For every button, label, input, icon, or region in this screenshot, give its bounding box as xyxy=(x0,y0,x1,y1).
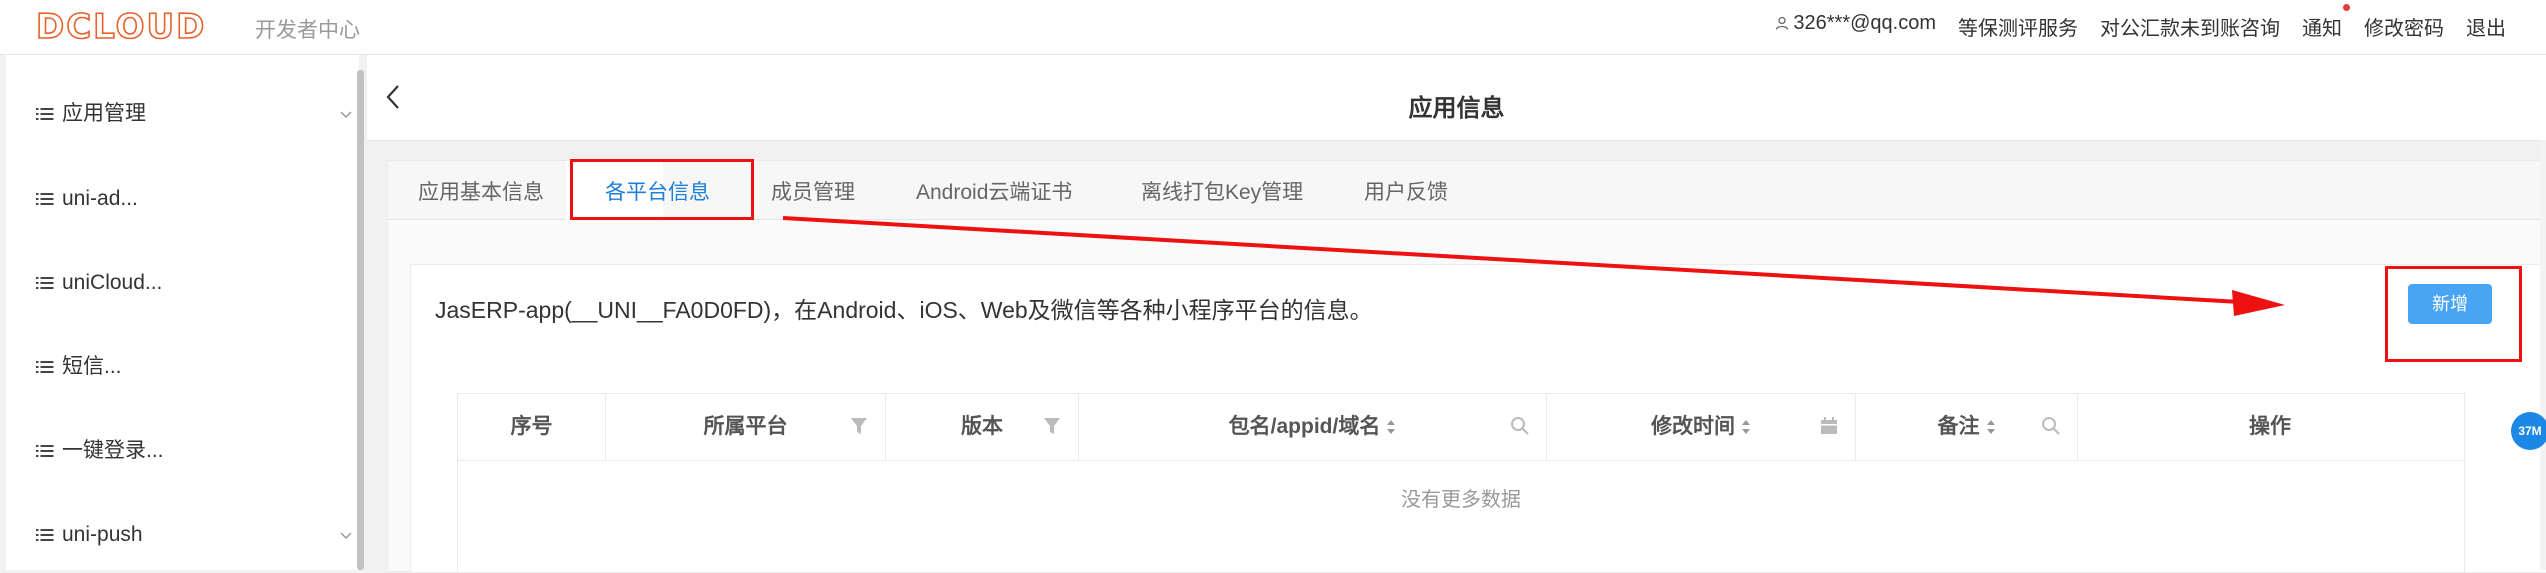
chevron-down-icon xyxy=(340,111,352,119)
column-header-actions: 操作 xyxy=(2078,394,2462,460)
tab-user-feedback[interactable]: 用户反馈 xyxy=(1364,176,1448,206)
sidebar-item-uni-ad[interactable]: uni-ad... xyxy=(36,179,352,219)
annotation-box-add-button xyxy=(2385,266,2522,362)
column-label: 序号 xyxy=(510,415,553,438)
tab-android-cloud-cert[interactable]: Android云端证书 xyxy=(916,176,1072,206)
sort-icon[interactable] xyxy=(1986,419,1996,435)
platform-table: 序号 所属平台 版本 包名/appid/域名 修改时间 备注 操作 没有更多数据 xyxy=(457,393,2465,572)
list-icon xyxy=(36,108,54,121)
filter-icon[interactable] xyxy=(849,416,869,436)
column-header-platform: 所属平台 xyxy=(606,394,886,460)
calendar-icon[interactable] xyxy=(1819,416,1839,436)
header-link-change-password[interactable]: 修改密码 xyxy=(2364,12,2444,41)
header-link-logout[interactable]: 退出 xyxy=(2466,12,2506,41)
logo-subtitle: 开发者中心 xyxy=(255,19,360,42)
column-header-package-name[interactable]: 包名/appid/域名 xyxy=(1079,394,1547,460)
list-icon xyxy=(36,445,54,458)
dcloud-logo[interactable]: DCLOUD xyxy=(35,7,207,47)
sidebar-item-uni-push[interactable]: uni-push xyxy=(36,515,352,555)
column-header-remarks[interactable]: 备注 xyxy=(1856,394,2078,460)
list-icon xyxy=(36,193,54,206)
column-header-version: 版本 xyxy=(886,394,1079,460)
list-icon xyxy=(36,529,54,542)
search-icon[interactable] xyxy=(2041,416,2061,436)
floating-memory-badge[interactable]: 37M xyxy=(2511,412,2546,450)
platform-info-panel: JasERP-app(__UNI__FA0D0FD)，在Android、iOS、… xyxy=(410,264,2546,573)
sidebar-item-label: 一键登录... xyxy=(62,439,164,462)
notifications-label: 通知 xyxy=(2302,18,2342,40)
logo-text: DCLOUD xyxy=(35,7,207,47)
empty-state-text: 没有更多数据 xyxy=(1401,489,1521,511)
sidebar-item-label: uni-ad... xyxy=(62,187,138,210)
list-icon xyxy=(36,277,54,290)
top-header: DCLOUD 开发者中心 326***@qq.com 等保测评服务 对公汇款未到… xyxy=(0,0,2546,55)
annotation-box-tab xyxy=(570,159,754,220)
header-link-notifications[interactable]: 通知 xyxy=(2302,4,2350,41)
page-title: 应用信息 xyxy=(1408,95,1505,122)
filter-icon[interactable] xyxy=(1042,416,1062,436)
user-email: 326***@qq.com xyxy=(1793,12,1936,34)
user-icon xyxy=(1776,16,1789,30)
column-header-modified-time[interactable]: 修改时间 xyxy=(1547,394,1856,460)
header-link-security-evaluation[interactable]: 等保测评服务 xyxy=(1958,12,2078,41)
sidebar-scrollbar[interactable] xyxy=(357,70,364,570)
sort-icon[interactable] xyxy=(1386,419,1396,435)
search-icon[interactable] xyxy=(1510,416,1530,436)
sidebar-item-one-click-login[interactable]: 一键登录... xyxy=(36,431,352,471)
column-label: 备注 xyxy=(1937,415,1980,438)
user-account-link[interactable]: 326***@qq.com xyxy=(1775,12,1936,41)
sidebar-item-unicloud[interactable]: uniCloud... xyxy=(36,263,352,303)
tab-basic-info[interactable]: 应用基本信息 xyxy=(418,176,544,206)
panel-description: JasERP-app(__UNI__FA0D0FD)，在Android、iOS、… xyxy=(435,297,1373,323)
page-header: 应用信息 xyxy=(367,55,2546,141)
sidebar-item-app-management[interactable]: 应用管理 xyxy=(36,94,352,134)
tab-offline-package-key[interactable]: 离线打包Key管理 xyxy=(1141,176,1303,206)
column-label: 所属平台 xyxy=(703,415,788,438)
tab-member-management[interactable]: 成员管理 xyxy=(771,176,855,206)
sidebar-item-sms[interactable]: 短信... xyxy=(36,347,352,387)
sidebar-item-label: 应用管理 xyxy=(62,102,146,125)
column-label: 修改时间 xyxy=(1651,415,1735,438)
column-label: 版本 xyxy=(961,415,1003,438)
sidebar-item-label: uni-push xyxy=(62,523,143,546)
sidebar-item-label: uniCloud... xyxy=(62,271,163,294)
list-icon xyxy=(36,361,54,374)
column-header-index: 序号 xyxy=(458,394,606,460)
header-link-remittance-inquiry[interactable]: 对公汇款未到账咨询 xyxy=(2100,12,2280,41)
header-nav: 326***@qq.com 等保测评服务 对公汇款未到账咨询 通知 修改密码 退… xyxy=(1775,4,2506,41)
sidebar: 应用管理 uni-ad... uniCloud... 短信... 一键登录...… xyxy=(6,55,359,570)
notification-dot xyxy=(2343,4,2350,11)
sidebar-item-label: 短信... xyxy=(62,355,122,378)
column-label: 操作 xyxy=(2249,415,2291,438)
page-scrollbar[interactable] xyxy=(2540,140,2546,570)
table-header: 序号 所属平台 版本 包名/appid/域名 修改时间 备注 操作 xyxy=(458,393,2464,461)
column-label: 包名/appid/域名 xyxy=(1228,415,1381,438)
sort-icon[interactable] xyxy=(1741,419,1751,435)
chevron-down-icon xyxy=(340,532,352,540)
content-card: 应用基本信息 各平台信息 成员管理 Android云端证书 离线打包Key管理 … xyxy=(387,160,2546,573)
